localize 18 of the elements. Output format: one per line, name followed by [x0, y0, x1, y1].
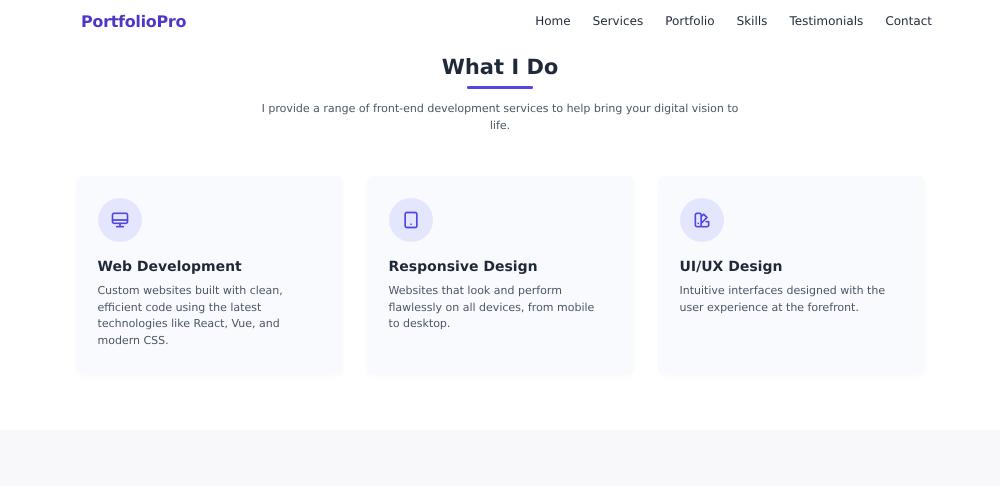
title-underline	[467, 86, 533, 89]
nav-link[interactable]: Skills	[736, 14, 768, 28]
nav-link[interactable]: Contact	[885, 14, 932, 28]
section-title: What I Do	[442, 54, 558, 80]
card-title: UI/UX Design	[680, 259, 784, 275]
nav-link[interactable]: Services	[592, 14, 644, 28]
nav-link[interactable]: Home	[535, 14, 571, 28]
card-text: Intuitive interfaces designed with the user experience at the forefront.	[680, 283, 886, 316]
nav-link[interactable]: Testimonials	[789, 14, 864, 28]
section-intro: I provide a range of front-end development services to help bring your digital vision to life.	[260, 101, 740, 134]
card-title: Responsive Design	[388, 259, 539, 275]
nav-link[interactable]: Portfolio	[665, 14, 715, 28]
logo[interactable]: PortfolioPro	[81, 12, 186, 30]
swatch-icon	[692, 210, 712, 230]
monitor-icon	[110, 210, 130, 230]
card-title: Web Development	[98, 259, 243, 275]
card-text: Websites that look and perform flawlessly on all devices, from mobile to desktop.	[388, 283, 596, 332]
card-text: Custom websites built with clean, efficient code using the latest technologies like React, Vue, and modern CSS.	[98, 283, 284, 348]
